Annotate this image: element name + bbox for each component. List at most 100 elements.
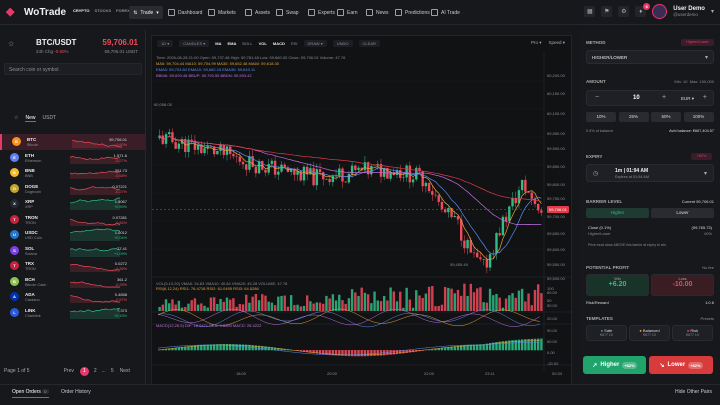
decrement-button[interactable]: − [595,94,599,101]
increment-button[interactable]: + [662,94,666,101]
notifications-button[interactable]: ♦ 6 [635,3,651,17]
template-safe[interactable]: ● Safe €677 10 [586,325,627,341]
prev-button[interactable]: Prev [64,368,74,374]
grid-icon[interactable]: ▦ [584,6,596,17]
coin-row[interactable]: B BTC Bitcoin 59,706.01 -0.60% [0,134,146,150]
chevron-down-icon: ▾ [156,9,159,16]
top-bar: ◆ WoTrade CRYPTO STOCKS FOREX ⇅ Trade ▾ … [0,0,720,25]
tab-crypto[interactable]: CRYPTO [73,8,89,13]
coin-row[interactable]: X XRP XRP 1.6067 +0.59% [0,196,146,212]
candle-body [434,194,437,196]
tab-open-orders[interactable]: Open Orders 0 [12,389,49,398]
macd-bar [363,350,367,357]
nav-predictions[interactable]: Predictions [395,6,430,19]
coin-row[interactable]: B BNB BNB 301.73 -0.58% [0,165,146,181]
nav-dashboard[interactable]: Dashboard [168,6,202,19]
chevron-down-icon[interactable]: ▾ [711,8,714,15]
rsi-axis-50: 50.00 [547,303,558,308]
lower-button[interactable]: ↘ Lower +82% [649,356,713,374]
add-funds-button[interactable]: + [703,94,707,101]
volume-bar [366,294,370,311]
candle-body [354,165,357,170]
nav-experts[interactable]: Experts [308,6,335,19]
user-handle: @userdemo [673,12,698,17]
volume-bar [277,296,280,311]
price-chart[interactable]: 1D ▾ CANDLES ▾ MA EMA BOLL VOL MACD RSI … [151,35,573,389]
star-icon[interactable]: ☆ [8,40,14,48]
candlestick-plot[interactable] [152,36,573,389]
template-balanced[interactable]: ● Balanced €677 10 [629,325,670,341]
page-5[interactable]: 5 [111,368,114,374]
candle-body [190,139,193,141]
settings-icon[interactable]: ⚙ [618,6,630,17]
avatar[interactable] [652,4,668,19]
expiry-select[interactable]: ◷ 1m | 01:94 AM Expires at 01:54 AM ▾ [586,164,714,182]
candle-body [511,197,514,207]
coin-row[interactable]: T TRX TRON 0.0272 -0.36% [0,258,146,274]
coin-name: Ethereum [25,158,42,163]
coin-name: Chainlink [25,313,41,318]
filter-new[interactable]: New [25,115,36,122]
volume-bar [267,301,270,311]
hide-other-pairs-toggle[interactable]: Hide Other Pairs [675,389,712,395]
amount-min: Min: 10 [674,79,688,84]
percent-chip[interactable]: 10% [586,112,616,122]
higher-button[interactable]: ↗ Higher +82% [583,356,646,374]
balance-note: 0.0% of balance [586,129,614,133]
expiry-value: 1m | 01:94 AM [615,168,649,174]
coin-row[interactable]: L LINK Chainlink 7.373 +0.15% [0,305,146,321]
coin-row[interactable]: D DOGE Dogecoin 0.07221 -0.27% [0,181,146,197]
coin-change: -0.27% [114,158,127,163]
volume-bar [498,297,501,311]
percent-chip[interactable]: 50% [651,112,681,122]
coin-row[interactable]: U USDC USD Coin 1.0012 +0.04% [0,227,146,243]
volume-bar [312,303,315,311]
nav-ai-trade[interactable]: AI Trade [431,6,460,19]
nav-swap[interactable]: Swap [276,6,299,19]
nav-label: Assets [255,9,271,16]
tab-forex[interactable]: FOREX [116,8,130,13]
volume-bar [168,303,171,311]
page-1[interactable]: 1 [79,366,89,376]
logo[interactable]: ◆ WoTrade [6,6,66,19]
flag-icon[interactable]: ⚑ [601,6,613,17]
nav-assets[interactable]: Assets [245,6,270,19]
tab-stocks[interactable]: STOCKS [94,8,111,13]
coin-price: 7.373 [116,307,127,313]
template-risk[interactable]: ● Risk €677 10 [672,325,713,341]
candle-body [373,165,376,167]
volume-bar [472,292,476,311]
barrier-lower-button[interactable]: Lower [651,208,714,218]
currency-select[interactable]: EUR ▾ [681,96,694,102]
candle-body [524,179,527,192]
coin-row[interactable]: B BCH Bitcoin Cash 361.2 -0.25% [0,274,146,290]
tab-order-history[interactable]: Order History [61,389,91,395]
percent-chip[interactable]: 100% [683,112,714,122]
next-button[interactable]: Next [120,368,130,374]
coin-search-input[interactable]: Search coin or symbol [4,63,142,75]
change-label: 24h Chg [36,49,54,54]
sparkline [70,170,120,179]
filter-usdt[interactable]: USDT [43,115,57,122]
user-info[interactable]: User Demo @userdemo [673,6,705,17]
change-value: -0.60% [54,49,69,54]
page-2[interactable]: 2 [94,368,97,374]
nav-markets[interactable]: Markets [208,6,236,19]
presets-link[interactable]: Presets [700,316,714,321]
trade-menu-button[interactable]: ⇅ Trade ▾ [129,6,163,19]
volume-bar [370,303,373,311]
coin-row[interactable]: T TRON TRON 0.07281 -0.84% [0,212,146,228]
method-select[interactable]: HIGHER/LOWER ▾ [586,50,714,64]
amount-input[interactable]: 10 [633,95,640,101]
coin-row[interactable]: A ADA Cardano 0.4658 -0.57% [0,289,146,305]
nav-news[interactable]: News [366,6,389,19]
coin-filters: ☆ New USDT [14,115,56,122]
volume-bar [322,303,325,311]
candle-body [235,156,238,157]
coin-row[interactable]: S SOL Solana 77.41 +1.09% [0,243,146,259]
coin-row[interactable]: E ETH Ethereum 1,571.6 -0.27% [0,150,146,166]
star-icon[interactable]: ☆ [14,115,18,122]
percent-chip[interactable]: 25% [618,112,649,122]
barrier-higher-button[interactable]: Higher [586,208,649,218]
nav-earn[interactable]: Earn [337,6,358,19]
